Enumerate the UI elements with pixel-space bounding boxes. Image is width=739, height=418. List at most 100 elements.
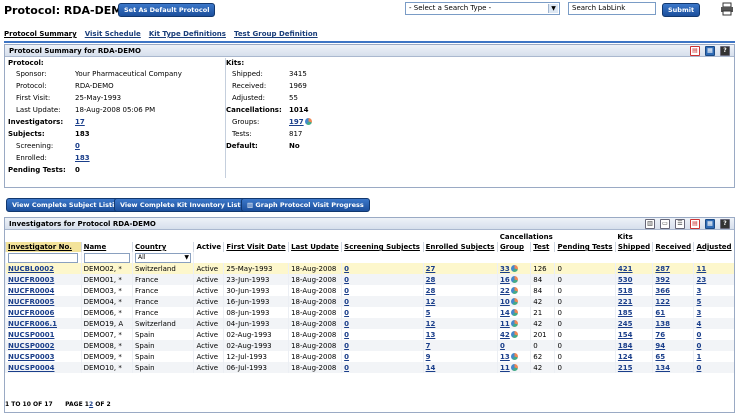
help-icon[interactable]: ? (720, 219, 730, 229)
screening-link[interactable]: 0 (75, 142, 80, 150)
cell-received-value[interactable]: 134 (655, 364, 670, 372)
column-header-name[interactable]: Name (80, 242, 133, 252)
cell-screening-subjects-value[interactable]: 0 (344, 276, 349, 284)
cell-enrolled-subjects-value[interactable]: 7 (426, 342, 431, 350)
view-kit-inventory-button[interactable]: View Complete Kit Inventory Listing (114, 198, 258, 212)
excel-icon[interactable]: ▦ (705, 46, 715, 56)
cell-adjusted-value[interactable]: 3 (696, 309, 701, 317)
graph-visit-progress-button[interactable]: ▥ Graph Protocol Visit Progress (241, 198, 370, 212)
cell-investigator-no-value[interactable]: NUCSP0003 (8, 353, 54, 361)
cell-shipped-value[interactable]: 124 (618, 353, 633, 361)
graph-globe-icon[interactable] (510, 352, 518, 360)
cell-shipped-value[interactable]: 185 (618, 309, 633, 317)
enrolled-link[interactable]: 183 (75, 154, 90, 162)
help-icon[interactable]: ? (720, 46, 730, 56)
table-row[interactable]: NUCFR0006 DEMO06, * France Active 08-Jun-199… (5, 307, 734, 318)
cell-group-value[interactable]: 14 (500, 309, 510, 317)
cell-shipped-value[interactable]: 154 (618, 331, 633, 339)
column-header-first-visit-date[interactable]: First Visit Date (223, 242, 289, 252)
set-default-protocol-button[interactable]: Set As Default Protocol (118, 3, 216, 17)
cell-screening-subjects-value[interactable]: 0 (344, 320, 349, 328)
cell-adjusted-value[interactable]: 3 (696, 287, 701, 295)
column-header-received[interactable]: Received (652, 242, 694, 252)
cell-adjusted-value[interactable]: 11 (696, 265, 706, 273)
cell-screening-subjects-value[interactable]: 0 (344, 364, 349, 372)
columns-icon[interactable]: ▥ (645, 219, 655, 229)
cell-enrolled-subjects-value[interactable]: 5 (426, 309, 431, 317)
cell-received-value[interactable]: 138 (655, 320, 670, 328)
cell-screening-subjects-value[interactable]: 0 (344, 287, 349, 295)
column-header-active[interactable]: Active (193, 242, 224, 252)
pdf-icon[interactable]: ▤ (690, 46, 700, 56)
cell-screening-subjects-value[interactable]: 0 (344, 342, 349, 350)
cell-shipped-value[interactable]: 215 (618, 364, 633, 372)
table-row[interactable]: NUCFR0005 DEMO04, * France Active 16-Jun-199… (5, 296, 734, 307)
table-row[interactable]: NUCFR0004 DEMO03, * France Active 30-Jun-199… (5, 285, 734, 296)
name-filter-input[interactable] (83, 252, 130, 263)
cell-enrolled-subjects-value[interactable]: 28 (426, 276, 436, 284)
search-type-select[interactable]: - Select a Search Type - ▼ (405, 2, 560, 15)
column-header-country[interactable]: Country (131, 242, 194, 252)
cell-enrolled-subjects-value[interactable]: 12 (426, 320, 436, 328)
cell-enrolled-subjects-value[interactable]: 28 (426, 287, 436, 295)
graph-globe-icon[interactable] (510, 319, 518, 327)
cell-screening-subjects-value[interactable]: 0 (344, 298, 349, 306)
search-input[interactable]: Search LabLink (568, 2, 656, 15)
column-header-pending-tests[interactable]: Pending Tests (554, 242, 616, 252)
graph-globe-icon[interactable] (510, 308, 518, 316)
cell-enrolled-subjects-value[interactable]: 27 (426, 265, 436, 273)
column-header-enrolled-subjects[interactable]: Enrolled Subjects (422, 242, 498, 252)
cell-group-value[interactable]: 11 (500, 320, 510, 328)
cell-enrolled-subjects-value[interactable]: 14 (426, 364, 436, 372)
table-row[interactable]: NUCFR0003 DEMO01, * France Active 23-Jun-199… (5, 274, 734, 285)
cell-group-value[interactable]: 42 (500, 331, 510, 339)
cell-adjusted-value[interactable]: 1 (696, 353, 701, 361)
cell-investigator-no-value[interactable]: NUCSP0001 (8, 331, 54, 339)
list-icon[interactable]: ☰ (675, 219, 685, 229)
graph-globe-icon[interactable] (510, 286, 518, 294)
cell-adjusted-value[interactable]: 0 (696, 331, 701, 339)
cell-adjusted-value[interactable]: 23 (696, 276, 706, 284)
cell-group-value[interactable]: 11 (500, 364, 510, 372)
country-filter-select[interactable]: All ▼ (134, 252, 191, 263)
cell-received-value[interactable]: 122 (655, 298, 670, 306)
graph-globe-icon[interactable] (510, 275, 518, 283)
column-header-screening-subjects[interactable]: Screening Subjects (341, 242, 424, 252)
graph-globe-icon[interactable] (510, 264, 518, 272)
column-header-group[interactable]: Group (497, 242, 531, 252)
submit-button[interactable]: Submit (662, 3, 701, 17)
cell-shipped-value[interactable]: 518 (618, 287, 633, 295)
cell-investigator-no-value[interactable]: NUCSP0004 (8, 364, 54, 372)
cell-shipped-value[interactable]: 221 (618, 298, 633, 306)
graph-globe-icon[interactable] (510, 297, 518, 305)
table-row[interactable]: NUCSP0001 DEMO07, * Spain Active 02-Aug-1993… (5, 329, 734, 340)
groups-link[interactable]: 197 (289, 118, 304, 126)
cell-adjusted-value[interactable]: 0 (696, 364, 701, 372)
graph-globe-icon[interactable] (304, 118, 312, 125)
cell-investigator-no-value[interactable]: NUCFR0005 (8, 298, 54, 306)
cell-received-value[interactable]: 366 (655, 287, 670, 295)
cell-investigator-no-value[interactable]: NUCFR0004 (8, 287, 54, 295)
cell-group-value[interactable]: 13 (500, 353, 510, 361)
column-header-investigator-no[interactable]: Investigator No. (5, 242, 82, 252)
view-subject-listing-button[interactable]: View Complete Subject Listing (6, 198, 130, 212)
cell-screening-subjects-value[interactable]: 0 (344, 265, 349, 273)
cell-enrolled-subjects-value[interactable]: 12 (426, 298, 436, 306)
cell-adjusted-value[interactable]: 5 (696, 298, 701, 306)
table-row[interactable]: NUCSP0002 DEMO08, * Spain Active 02-Aug-1993… (5, 340, 734, 351)
table-row[interactable]: NUCSP0003 DEMO09, * Spain Active 12-Jul-1993… (5, 351, 734, 362)
graph-globe-icon[interactable] (510, 330, 518, 338)
cell-group-value[interactable]: 22 (500, 287, 510, 295)
cell-investigator-no-value[interactable]: NUCFR0006 (8, 309, 54, 317)
table-row[interactable]: NUCSP0004 DEMO10, * Spain Active 06-Jul-1993… (5, 362, 734, 373)
printer-icon[interactable] (720, 2, 734, 16)
cell-enrolled-subjects-value[interactable]: 9 (426, 353, 431, 361)
column-header-last-update[interactable]: Last Update (288, 242, 342, 252)
cell-group-value[interactable]: 10 (500, 298, 510, 306)
column-header-adjusted[interactable]: Adjusted (693, 242, 734, 252)
cell-received-value[interactable]: 65 (655, 353, 665, 361)
cell-enrolled-subjects-value[interactable]: 13 (426, 331, 436, 339)
excel-icon[interactable]: ▦ (705, 219, 715, 229)
cell-investigator-no-value[interactable]: NUCSP0002 (8, 342, 54, 350)
pagination-page-2[interactable]: 2 (89, 401, 93, 408)
